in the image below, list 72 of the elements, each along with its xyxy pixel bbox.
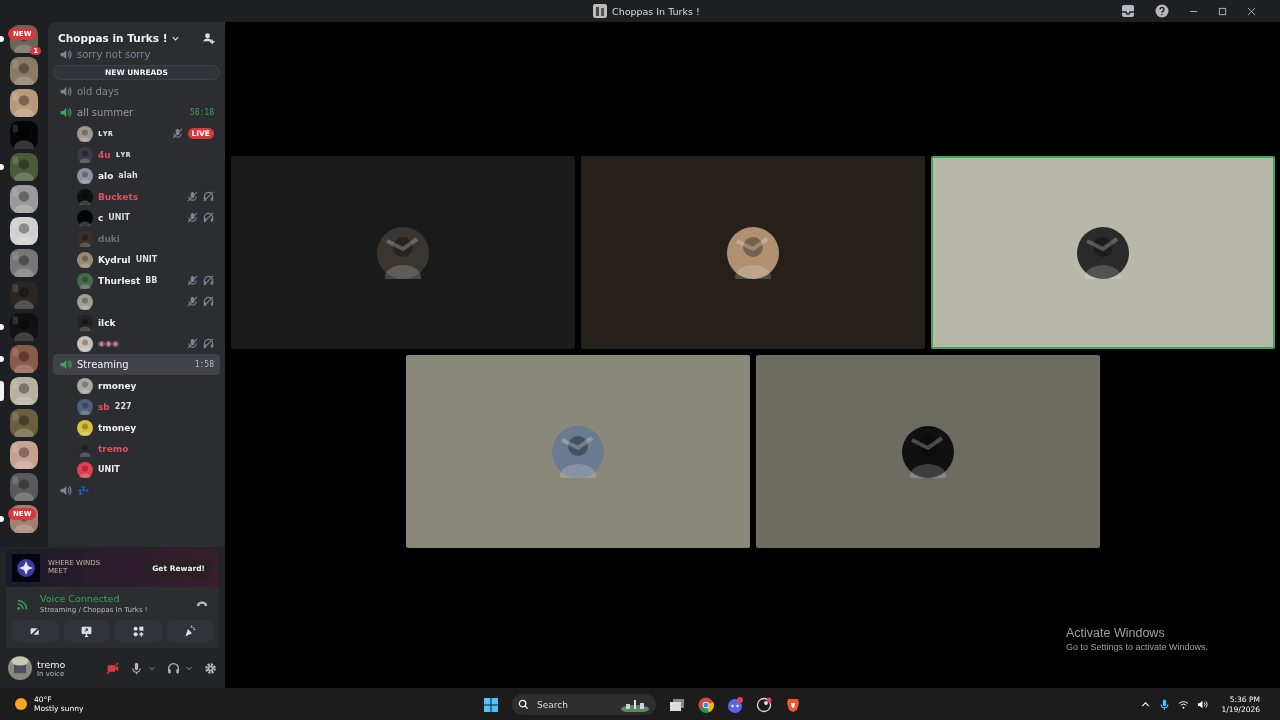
member-tag: UNIT [108, 213, 130, 222]
soundboard-button[interactable] [166, 620, 213, 642]
member-name: Kydrul [98, 254, 131, 265]
voice-channel[interactable]: old days [53, 81, 220, 102]
start-icon[interactable] [483, 696, 499, 713]
camera-off-button[interactable] [12, 620, 59, 642]
channel-name: sorry not sorry [77, 49, 151, 60]
maximize-icon[interactable] [1218, 6, 1227, 16]
star-logo-icon [12, 554, 40, 582]
camera-off-icon [28, 624, 42, 638]
member-name: sb [98, 401, 110, 412]
member-tag: BB [145, 276, 158, 285]
channel-name: Streaming [77, 359, 129, 370]
settings-icon[interactable] [204, 661, 217, 675]
voice-channel[interactable]: sorry not sorry [53, 44, 220, 65]
member-name: tremo [98, 443, 129, 454]
search-field[interactable]: Search [512, 694, 656, 715]
activities-button[interactable] [115, 620, 162, 642]
member-name: c [98, 212, 104, 223]
member-tag: UNIT [98, 465, 120, 474]
channel-name: 💤 [77, 485, 89, 496]
window-title: Choppas In Turks ! [612, 5, 700, 17]
camera-off-icon[interactable] [106, 661, 119, 675]
activation-subtitle: Go to Settings to activate Windows. [1066, 642, 1209, 652]
member-name: 4u [98, 149, 111, 160]
sun-icon[interactable] [13, 696, 29, 712]
call-timer: 1:58 [194, 360, 214, 369]
party-popper-icon [183, 624, 197, 638]
search-icon [518, 699, 529, 710]
channel-name: old days [77, 86, 120, 97]
activation-title: Activate Windows [1066, 626, 1166, 640]
member-tag: ʟʏʀ [98, 129, 114, 138]
member-name: alo [98, 170, 114, 181]
member-name: rmoney [98, 380, 137, 391]
call-timer: 58:18 [189, 108, 214, 117]
add-user-icon[interactable] [202, 31, 215, 45]
volume-icon[interactable] [1196, 698, 1208, 710]
member-tag: UNIT [135, 255, 158, 264]
discord-icon[interactable] [727, 696, 743, 713]
server-icon [593, 4, 607, 18]
member-name: Thurlest [98, 275, 141, 286]
close-icon[interactable] [1247, 6, 1256, 16]
username: tremo [37, 658, 66, 670]
wifi-icon[interactable] [1177, 698, 1189, 710]
microphone-icon[interactable] [1158, 698, 1170, 710]
member-name: tmoney [98, 422, 137, 433]
task-view-icon[interactable] [669, 696, 685, 713]
member-name: ilck [98, 317, 116, 328]
video-tile[interactable] [580, 156, 925, 349]
member-tag: 227 [114, 402, 132, 411]
screen-share-icon [80, 624, 94, 638]
chrome-icon[interactable] [698, 696, 714, 713]
inbox-icon[interactable] [1121, 4, 1135, 18]
channel-name: all summer [77, 107, 134, 118]
member-tag: alah [118, 171, 138, 180]
member-tag: ◉◉◉ [98, 339, 119, 348]
video-tile[interactable] [405, 355, 750, 548]
voice-channel[interactable]: Streaming 1:58 [53, 354, 220, 375]
voice-channel[interactable]: all summer 58:18 [53, 102, 220, 123]
headphones-icon[interactable] [167, 661, 180, 675]
microphone-icon[interactable] [130, 661, 143, 675]
share-screen-button[interactable] [63, 620, 110, 642]
member-name: Buckets [98, 191, 139, 202]
help-icon[interactable] [1155, 4, 1169, 18]
server-name[interactable]: Choppas in Turks ! [58, 32, 168, 44]
activities-icon [131, 624, 145, 638]
video-tile[interactable] [755, 355, 1100, 548]
member-name: duki [98, 233, 120, 244]
video-tile[interactable] [930, 156, 1275, 349]
voice-status: Voice Connected [40, 593, 121, 604]
video-tile[interactable] [230, 156, 575, 349]
member-tag: ʟʏʀ [115, 150, 131, 159]
